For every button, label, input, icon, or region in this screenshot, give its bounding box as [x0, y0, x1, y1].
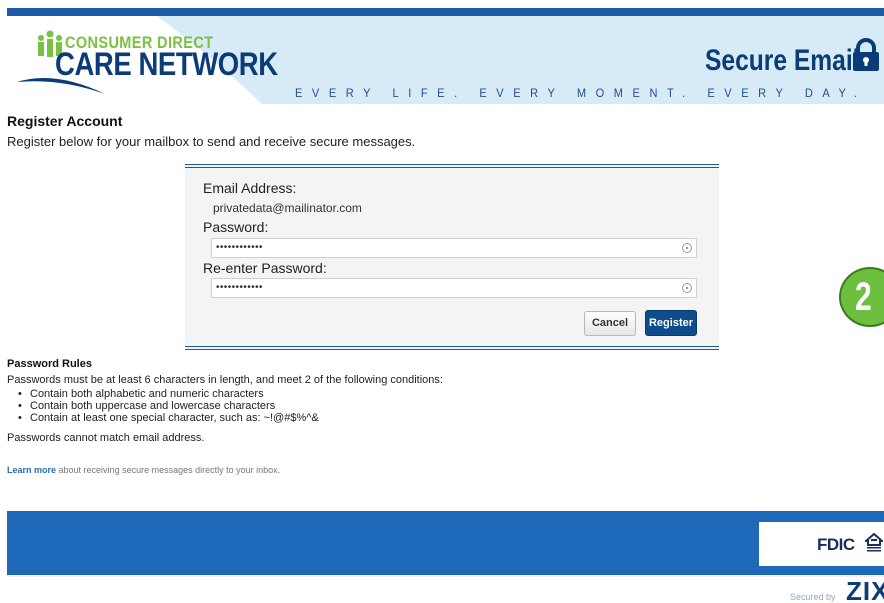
email-value: privatedata@mailinator.com — [213, 201, 362, 215]
reenter-password-masked-value: •••••••••••• — [216, 282, 263, 293]
register-form: Email Address: privatedata@mailinator.co… — [185, 164, 719, 350]
zix-logo: ZIX — [846, 576, 884, 603]
tagline: EVERY LIFE. EVERY MOMENT. EVERY DAY. — [295, 86, 867, 100]
page-title: Register Account — [7, 113, 123, 129]
secure-email-title: Secure Email — [705, 44, 860, 77]
learn-more-text: Learn more about receiving secure messag… — [7, 465, 280, 475]
step-number: 2 — [855, 275, 872, 319]
site-header: CONSUMER DIRECT CARE NETWORK EVERY LIFE.… — [7, 16, 884, 104]
reenter-password-field[interactable]: •••••••••••• — [211, 278, 697, 298]
fdic-badge: FDIC — [759, 522, 884, 566]
secured-by-label: Secured by — [790, 592, 836, 602]
step-number-badge: 2 — [839, 267, 884, 327]
password-rules-intro: Passwords must be at least 6 characters … — [7, 374, 443, 386]
reenter-password-label: Re-enter Password: — [203, 260, 327, 276]
page-subtitle: Register below for your mailbox to send … — [7, 134, 416, 149]
top-accent-bar — [7, 8, 884, 16]
rule-item: Contain both uppercase and lowercase cha… — [18, 400, 319, 412]
show-reenter-password-icon[interactable] — [682, 283, 692, 293]
rule-item: Contain at least one special character, … — [18, 412, 319, 424]
fdic-logo: FDIC — [817, 535, 855, 554]
password-masked-value: •••••••••••• — [216, 242, 263, 253]
footer-bar: FDIC — [7, 511, 884, 577]
email-label: Email Address: — [203, 180, 297, 196]
password-label: Password: — [203, 219, 269, 235]
password-rules-title: Password Rules — [7, 358, 92, 370]
learn-more-link[interactable]: Learn more — [7, 465, 56, 475]
password-rules-list: Contain both alphabetic and numeric char… — [18, 388, 319, 424]
password-field[interactable]: •••••••••••• — [211, 238, 697, 258]
password-rules-note: Passwords cannot match email address. — [7, 432, 205, 444]
learn-more-rest: about receiving secure messages directly… — [56, 465, 281, 475]
equal-housing-icon — [865, 533, 883, 552]
lock-icon — [853, 38, 879, 71]
show-password-icon[interactable] — [682, 243, 692, 253]
register-button[interactable]: Register — [645, 310, 697, 336]
cancel-button[interactable]: Cancel — [584, 311, 636, 336]
rule-item: Contain both alphabetic and numeric char… — [18, 388, 319, 400]
logo-swoosh — [17, 78, 105, 94]
